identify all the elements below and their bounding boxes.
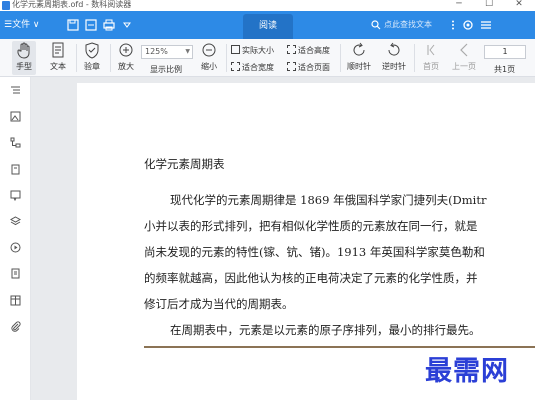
search-placeholder: 点此查找文本 <box>384 20 432 29</box>
actual-size-button[interactable]: 实际大小 <box>231 44 274 57</box>
section-divider <box>144 346 535 348</box>
fit-height-button[interactable]: 适合高度 <box>287 44 330 57</box>
rotate-counterclockwise-button[interactable]: 逆时针 <box>379 41 409 75</box>
actual-size-label: 实际大小 <box>242 46 274 55</box>
rotate-clockwise-button[interactable]: 顺时针 <box>344 41 374 75</box>
rotate-ccw-icon <box>388 42 400 56</box>
app-logo-icon <box>2 1 10 10</box>
fit-height-icon <box>287 45 296 54</box>
verify-seal-label: 验章 <box>84 62 100 71</box>
watermark-text: 最需网 <box>425 356 509 387</box>
fit-width-icon <box>231 62 240 71</box>
prev-page-button[interactable]: 上一页 <box>450 41 478 75</box>
fit-page-label: 适合页面 <box>298 63 330 72</box>
window-title: 化学元素周期表.ofd - 数科阅读器 <box>12 0 132 9</box>
table-icon[interactable] <box>10 295 21 306</box>
document-paragraph-line: 在周期表中，元素是以元素的原子序排列，最小的排行最先。 <box>170 323 481 337</box>
attachment-icon[interactable] <box>10 321 21 332</box>
more-icon[interactable] <box>447 19 459 31</box>
toolbar-divider <box>76 44 77 72</box>
document-paragraph-line: 小并以表的形式排列，把有相似化学性质的元素放在同一行，就是 <box>144 219 478 233</box>
toolbar-divider <box>340 44 341 72</box>
fit-page-button[interactable]: 适合页面 <box>287 61 330 74</box>
first-page-icon <box>427 44 435 56</box>
zoom-in-button[interactable]: 放大 <box>114 41 138 75</box>
bookmark-icon[interactable] <box>10 164 21 175</box>
media-icon[interactable] <box>10 242 21 253</box>
text-tool-button[interactable]: 文本 <box>46 41 70 75</box>
page-icon[interactable] <box>85 19 97 31</box>
layers-icon[interactable] <box>10 216 21 227</box>
save-icon[interactable] <box>67 19 79 31</box>
title-bar: 化学元素周期表.ofd - 数科阅读器 ─ ☐ ✕ <box>0 0 535 11</box>
zoom-ratio-label: 显示比例 <box>150 65 182 74</box>
page-number-input[interactable]: 1 <box>484 45 526 59</box>
shield-check-icon <box>85 42 99 59</box>
search-icon <box>371 20 381 30</box>
close-button[interactable]: ✕ <box>504 0 534 11</box>
toolbar-divider <box>226 44 227 72</box>
text-tool-label: 文本 <box>50 62 66 71</box>
fit-width-label: 适合宽度 <box>242 63 274 72</box>
menu-icon[interactable] <box>480 19 492 31</box>
print-icon[interactable] <box>103 19 115 31</box>
zoom-out-button[interactable]: 缩小 <box>197 41 221 75</box>
document-paragraph-line: 修订后才成为当代的周期表。 <box>144 297 294 311</box>
search-input[interactable]: 点此查找文本 <box>371 17 437 32</box>
toolbar-divider <box>110 44 111 72</box>
document-paragraph-line: 现代化学的元素周期律是 1869 年俄国科学家门捷列夫(Dmitr <box>170 193 487 207</box>
rotate-clockwise-label: 顺时针 <box>347 62 371 71</box>
zoom-out-icon <box>202 43 216 57</box>
fit-page-icon <box>287 62 296 71</box>
toolbar-divider <box>414 44 415 72</box>
dropdown-icon[interactable] <box>121 19 133 31</box>
comment-icon[interactable] <box>10 190 21 201</box>
document-paragraph-line: 的频率就越高，因此他认为核的正电荷决定了元素的化学性质，并 <box>144 271 478 285</box>
actual-size-icon <box>231 45 240 54</box>
page-gutter <box>31 77 45 400</box>
prev-page-label: 上一页 <box>452 62 476 71</box>
left-sidebar <box>0 77 31 400</box>
chevron-left-icon <box>460 43 468 57</box>
minimize-button[interactable]: ─ <box>444 0 474 11</box>
rotate-cw-icon <box>353 42 365 56</box>
menu-bar: ☰文件 ∨ 阅读 点此查找文本 <box>0 11 535 39</box>
first-page-label: 首页 <box>423 62 439 71</box>
hand-icon <box>17 42 30 59</box>
rotate-counterclockwise-label: 逆时针 <box>382 62 406 71</box>
hand-tool-button[interactable]: 手型 <box>12 41 36 75</box>
first-page-button[interactable]: 首页 <box>419 41 443 75</box>
text-select-icon <box>52 42 64 58</box>
hand-tool-label: 手型 <box>16 62 32 71</box>
document-paragraph-line: 尚未发现的元素的特性(镓、钪、锗)。1913 年英国科学家莫色勒和 <box>144 245 485 259</box>
settings-icon[interactable] <box>462 19 474 31</box>
zoom-select[interactable]: 125% ▼ <box>141 45 193 59</box>
verify-seal-button[interactable]: 验章 <box>80 41 104 75</box>
toolbar: 手型 文本 验章 放大 125% ▼ 显示比例 缩小 实际大小 适合高度 适合宽… <box>0 39 535 77</box>
structure-icon[interactable] <box>10 137 21 148</box>
thumbnail-icon[interactable] <box>10 111 21 122</box>
maximize-button[interactable]: ☐ <box>474 0 504 11</box>
fit-height-label: 适合高度 <box>298 46 330 55</box>
zoom-in-icon <box>119 43 133 57</box>
attachment-list-icon[interactable] <box>10 268 21 279</box>
file-menu-button[interactable]: ☰文件 ∨ <box>4 11 40 39</box>
zoom-out-label: 缩小 <box>201 62 217 71</box>
total-pages-label: 共1页 <box>494 65 516 74</box>
chevron-down-icon: ▼ <box>185 48 190 55</box>
zoom-value: 125% <box>145 47 168 56</box>
document-title: 化学元素周期表 <box>144 157 225 171</box>
tab-read[interactable]: 阅读 <box>243 14 293 39</box>
fit-width-button[interactable]: 适合宽度 <box>231 61 274 74</box>
zoom-in-label: 放大 <box>118 62 134 71</box>
outline-icon[interactable] <box>10 85 21 96</box>
